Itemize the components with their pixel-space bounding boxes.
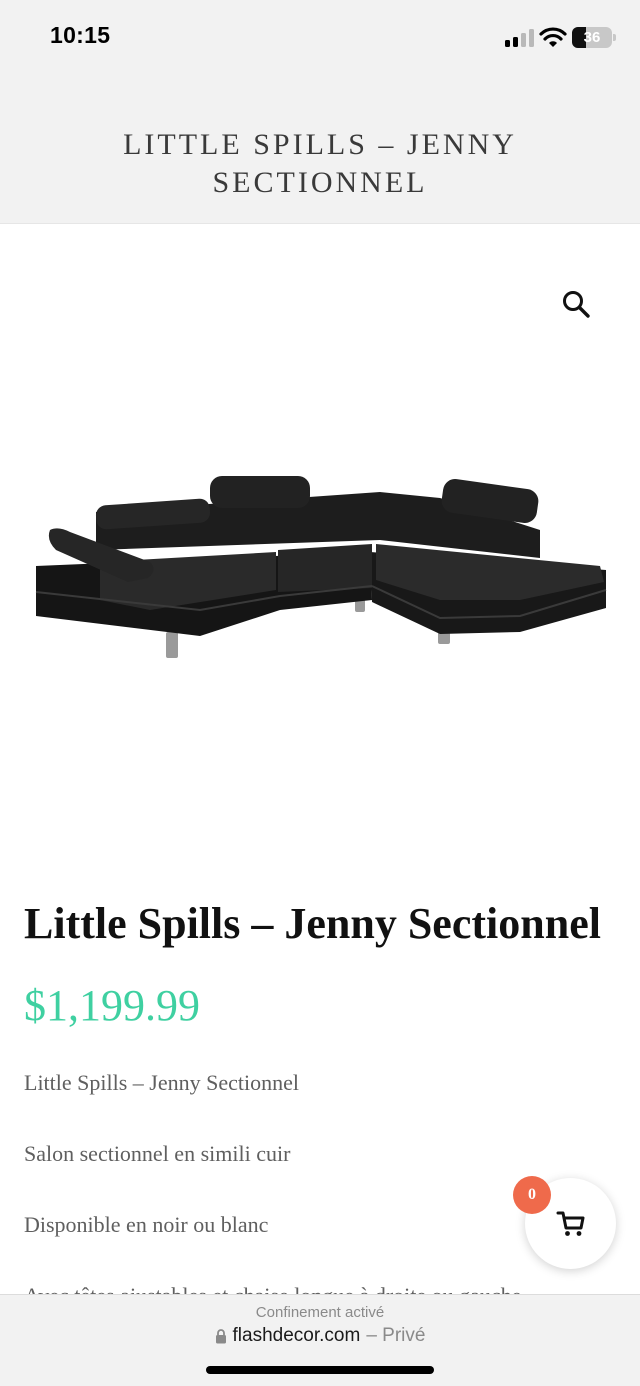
signal-icon — [505, 29, 535, 47]
browser-bar: Confinement activé flashdecor.com – Priv… — [0, 1294, 640, 1386]
battery-cap — [613, 34, 616, 41]
cart-icon — [556, 1211, 584, 1236]
description-line-2: Salon sectionnel en simili cuir — [24, 1141, 291, 1166]
product-image[interactable] — [0, 440, 640, 680]
battery-percent: 36 — [583, 29, 601, 46]
browser-status: Confinement activé — [255, 1304, 385, 1321]
description-line-1: Little Spills – Jenny Sectionnel — [24, 1070, 299, 1095]
site-header: LITTLE SPILLS – JENNY SECTIONNEL — [0, 78, 640, 224]
search-button[interactable] — [558, 286, 594, 322]
lock-icon — [215, 1328, 226, 1343]
description-line-3: Disponible en noir ou blanc — [24, 1212, 269, 1237]
status-bar: 10:15 36 — [0, 0, 640, 78]
product-title: Little Spills – Jenny Sectionnel — [24, 899, 601, 948]
search-icon — [563, 291, 590, 318]
battery-icon: 36 — [572, 27, 612, 48]
site-title[interactable]: LITTLE SPILLS – JENNY SECTIONNEL — [60, 126, 580, 202]
address-bar[interactable]: flashdecor.com – Privé — [0, 1325, 640, 1347]
product-price: $1,199.99 — [24, 981, 200, 1030]
private-mode-label: – Privé — [366, 1325, 426, 1346]
home-indicator[interactable] — [206, 1366, 434, 1374]
cart-count-badge: 0 — [513, 1176, 551, 1214]
url-domain: flashdecor.com — [232, 1325, 361, 1346]
status-time: 10:15 — [50, 22, 111, 48]
wifi-icon — [539, 27, 567, 47]
